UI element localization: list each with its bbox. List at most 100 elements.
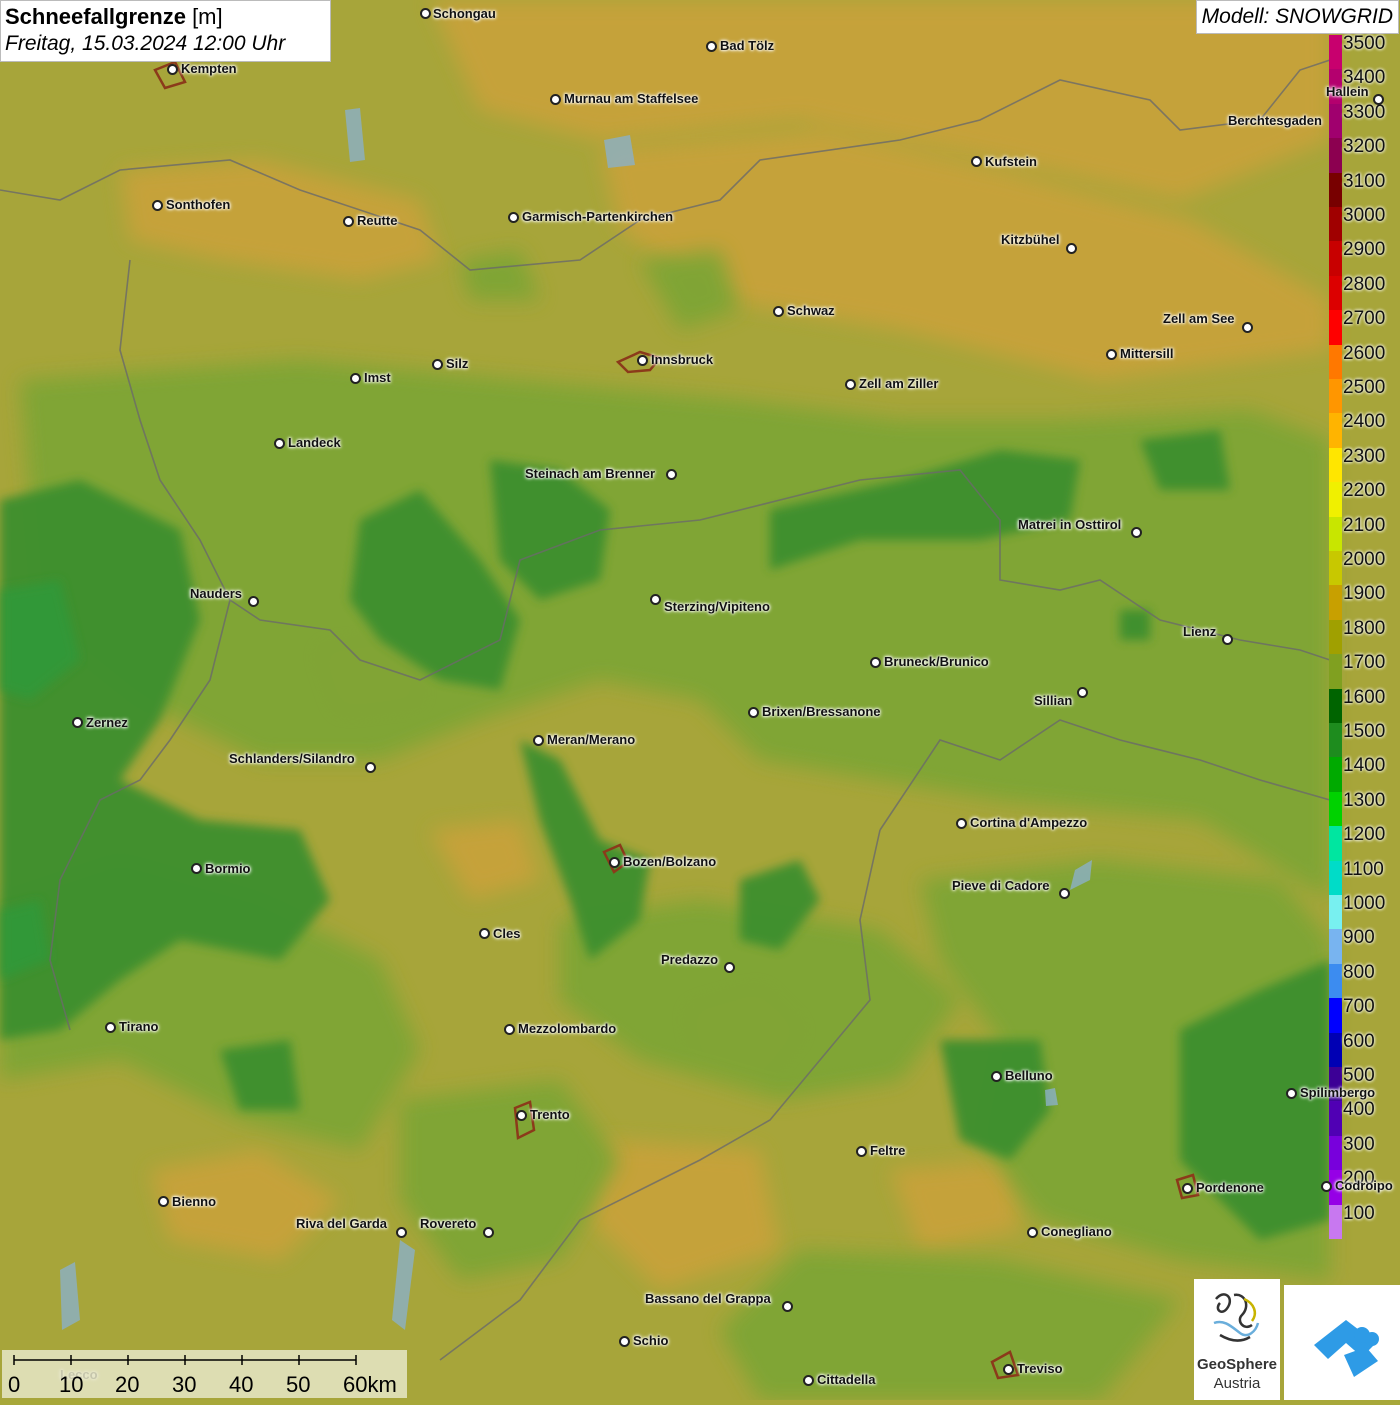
city-label: Mittersill	[1120, 346, 1174, 361]
legend-swatch	[1329, 207, 1342, 242]
city-dot	[1373, 94, 1384, 105]
city-dot	[773, 306, 784, 317]
legend-swatch	[1329, 413, 1342, 449]
city-dot	[191, 863, 202, 874]
legend-label: 1400	[1343, 755, 1386, 777]
legend-label: 1600	[1343, 686, 1386, 708]
city-label: Schio	[633, 1333, 669, 1348]
city-label: Bruneck/Brunico	[884, 654, 989, 669]
city-label: Steinach am Brenner	[525, 466, 656, 481]
legend-label: 300	[1343, 1133, 1375, 1155]
legend-label: 2200	[1343, 480, 1386, 502]
city-dot	[1242, 322, 1253, 333]
legend-swatch	[1329, 344, 1342, 380]
city-label: Rovereto	[420, 1216, 477, 1231]
city-label: Kempten	[181, 61, 237, 76]
legend-label: 2400	[1343, 411, 1386, 433]
legend-swatch	[1329, 998, 1342, 1034]
city-label: Kitzbühel	[1001, 232, 1060, 247]
scale-label: 0	[8, 1372, 21, 1397]
city-label: Feltre	[870, 1143, 906, 1158]
legend-swatch	[1329, 1032, 1342, 1068]
legend-swatch	[1329, 1101, 1342, 1137]
city-dot	[870, 657, 881, 668]
legend-swatch	[1329, 929, 1342, 965]
city-dot	[856, 1146, 867, 1157]
city-dot	[365, 762, 376, 773]
legend-label: 1100	[1343, 858, 1384, 880]
legend-label: 1500	[1343, 721, 1386, 742]
city-dot	[1003, 1364, 1014, 1375]
city-label: Trento	[530, 1107, 570, 1122]
scale-label: 30	[172, 1372, 197, 1397]
legend-swatch	[1329, 826, 1342, 862]
city-label: Nauders	[190, 586, 243, 601]
city-dot	[748, 707, 759, 718]
legend-swatch	[1329, 619, 1342, 655]
legend-swatch	[1329, 172, 1342, 208]
city-dot	[803, 1375, 814, 1386]
city-label: Zell am Ziller	[859, 376, 939, 391]
city-dot	[650, 594, 661, 605]
city-label: Cittadella	[817, 1372, 876, 1387]
city-label: Riva del Garda	[296, 1216, 388, 1231]
legend-label: 400	[1343, 1099, 1375, 1121]
legend-label: 2800	[1343, 273, 1386, 295]
legend-label: 2900	[1343, 239, 1386, 261]
city-label: Brixen/Bressanone	[762, 704, 881, 719]
city-dot	[1077, 687, 1088, 698]
geosphere-name: GeoSphere	[1196, 1356, 1278, 1373]
map-title: Schneefallgrenze [m]	[5, 4, 223, 29]
city-dot	[1286, 1088, 1297, 1099]
map-datetime: Freitag, 15.03.2024 12:00 Uhr	[5, 32, 286, 55]
legend-swatch	[1329, 103, 1342, 139]
city-dot	[666, 469, 677, 480]
scale-label: 40	[229, 1372, 254, 1397]
city-dot	[105, 1022, 116, 1033]
city-dot	[396, 1227, 407, 1238]
city-dot	[1182, 1183, 1193, 1194]
legend-label: 700	[1343, 996, 1375, 1018]
city-dot	[956, 818, 967, 829]
scale-label: 60km	[343, 1372, 397, 1397]
legend-swatch	[1329, 654, 1342, 690]
legend-swatch	[1329, 379, 1342, 414]
geosphere-logo[interactable]: GeoSphere Austria	[1194, 1279, 1280, 1400]
city-label: Landeck	[288, 435, 341, 450]
city-dot	[706, 41, 717, 52]
city-label: Tirano	[119, 1019, 159, 1034]
city-dot	[1066, 243, 1077, 254]
city-label: Pieve di Cadore	[952, 878, 1050, 893]
city-label: Sillian	[1034, 693, 1073, 708]
city-label: Conegliano	[1041, 1224, 1112, 1239]
legend-swatch	[1329, 275, 1342, 311]
city-label: Garmisch-Partenkirchen	[522, 209, 674, 224]
geosphere-country: Austria	[1213, 1375, 1261, 1392]
city-label: Bormio	[205, 861, 251, 876]
weather-app-logo[interactable]	[1284, 1285, 1400, 1400]
city-dot	[1059, 888, 1070, 899]
legend-swatch	[1329, 1204, 1342, 1240]
legend-label: 3300	[1343, 101, 1386, 123]
legend-label: 2100	[1343, 514, 1386, 536]
city-label: Reutte	[357, 213, 398, 228]
city-label: Schongau	[433, 6, 496, 21]
city-label: Innsbruck	[651, 352, 714, 367]
city-dot	[971, 156, 982, 167]
legend-label: 3100	[1343, 170, 1386, 192]
city-dot	[1131, 527, 1142, 538]
legend-swatch	[1329, 516, 1342, 552]
city-dot	[420, 8, 431, 19]
legend-label: 2000	[1343, 549, 1386, 570]
city-label: Sonthofen	[166, 197, 231, 212]
legend-label: 1800	[1343, 617, 1386, 639]
city-label: Cles	[493, 926, 521, 941]
city-dot	[1222, 634, 1233, 645]
legend-swatch	[1329, 241, 1342, 277]
city-label: Matrei in Osttirol	[1018, 517, 1122, 532]
legend-swatch	[1329, 482, 1342, 518]
city-dot	[248, 596, 259, 607]
city-label: Kufstein	[985, 154, 1037, 169]
cloud-house-icon	[1314, 1320, 1379, 1377]
legend-label: 2500	[1343, 377, 1386, 398]
